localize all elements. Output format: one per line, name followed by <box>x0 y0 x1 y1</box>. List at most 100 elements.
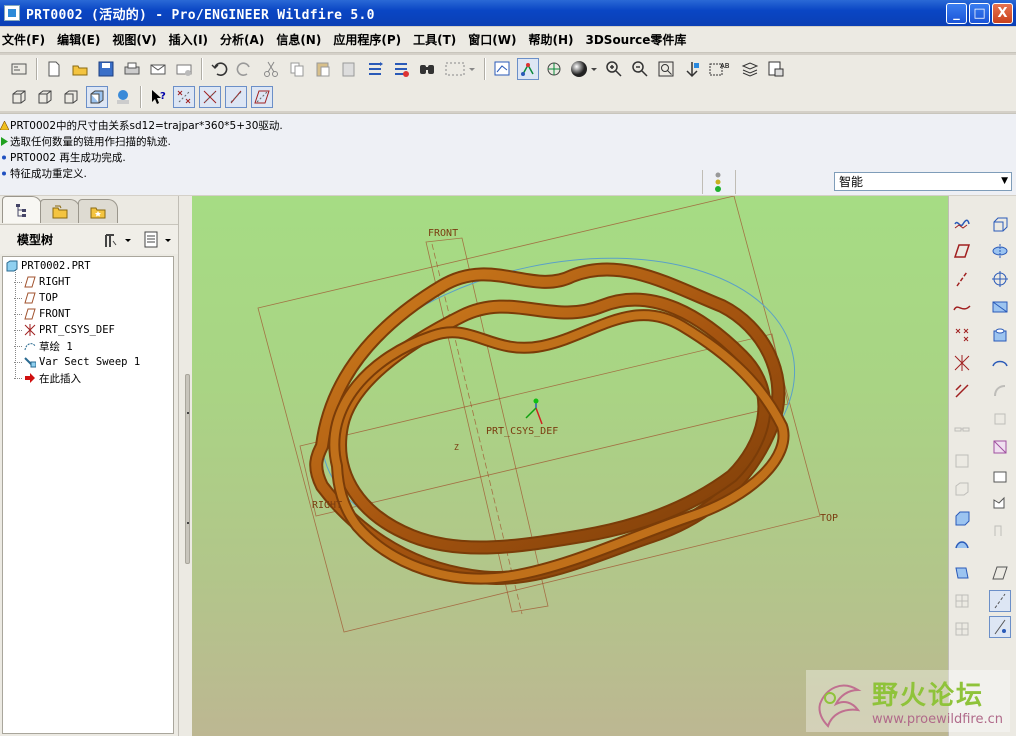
revolve-tool-icon[interactable] <box>989 240 1011 262</box>
reorient-icon[interactable] <box>681 58 703 80</box>
spin-center-icon[interactable] <box>517 58 539 80</box>
solidify-tool-icon[interactable] <box>951 534 973 556</box>
open-file-icon[interactable] <box>69 58 91 80</box>
regenerate-icon[interactable] <box>364 58 386 80</box>
tab-folder-browser[interactable] <box>40 199 80 223</box>
var-sect-sweep-geometry[interactable] <box>309 262 790 585</box>
redo-icon[interactable] <box>234 58 256 80</box>
refit-icon[interactable] <box>655 58 677 80</box>
zoom-out-icon[interactable] <box>629 58 651 80</box>
csys-marker[interactable] <box>525 398 543 425</box>
zoom-in-icon[interactable] <box>603 58 625 80</box>
save-icon[interactable] <box>95 58 117 80</box>
saved-views-icon[interactable]: AB <box>707 58 735 80</box>
enhanced-realism-icon[interactable] <box>112 86 134 108</box>
appearance-icon[interactable] <box>569 58 599 80</box>
new-file-icon[interactable] <box>43 58 65 80</box>
menu-applications[interactable]: 应用程序(P) <box>331 31 411 48</box>
regenerate-manager-icon[interactable] <box>390 58 412 80</box>
paste-special-icon[interactable] <box>338 58 360 80</box>
datum-axis-tool-icon[interactable] <box>951 268 973 290</box>
panel-splitter[interactable] <box>178 196 192 736</box>
warp-tool-icon[interactable] <box>951 562 973 584</box>
datum-axes-visibility-icon[interactable] <box>989 590 1011 612</box>
datum-point-tool-icon[interactable] <box>951 324 973 346</box>
tab-model-tree[interactable] <box>2 196 42 223</box>
maximize-button[interactable]: □ <box>969 3 990 24</box>
datum-csys-tool-icon[interactable] <box>951 352 973 374</box>
tree-settings-icon[interactable] <box>103 231 133 249</box>
status-divider <box>702 170 703 194</box>
datum-points-display-icon[interactable] <box>173 86 195 108</box>
menu-insert[interactable]: 插入(I) <box>167 31 218 48</box>
shell-tool-icon[interactable] <box>989 352 1011 374</box>
model-canvas[interactable]: FRONT RIGHT TOP PRT_CSYS_DEF Z <box>192 196 948 736</box>
hole-tool-icon[interactable] <box>989 324 1011 346</box>
send-mail-icon[interactable] <box>147 58 169 80</box>
pattern-tool-icon <box>951 590 973 612</box>
menu-analysis[interactable]: 分析(A) <box>218 31 274 48</box>
model-tree-settings-icon[interactable] <box>8 58 30 80</box>
shading-icon[interactable] <box>86 86 108 108</box>
graphics-viewport[interactable]: FRONT RIGHT TOP PRT_CSYS_DEF Z <box>192 196 948 736</box>
tree-node-var-sect-sweep[interactable]: Var Sect Sweep 1 <box>14 354 140 370</box>
sweep-icon <box>23 357 36 368</box>
datum-curve-tool-icon[interactable] <box>951 296 973 318</box>
paste-icon[interactable] <box>312 58 334 80</box>
tree-node-sketch[interactable]: 草绘 1 <box>14 338 73 354</box>
tree-node-label: PRT_CSYS_DEF <box>39 324 115 336</box>
copy-icon[interactable] <box>286 58 308 80</box>
menu-help[interactable]: 帮助(H) <box>526 31 583 48</box>
datum-display-toggle-icon[interactable] <box>989 616 1011 638</box>
coord-sys-display-icon[interactable] <box>225 86 247 108</box>
menu-tools[interactable]: 工具(T) <box>411 31 466 48</box>
datum-planes-display-icon[interactable] <box>251 86 273 108</box>
repaint-icon[interactable] <box>491 58 513 80</box>
forum-watermark: 野火论坛 www.proewildfire.cn <box>806 670 1010 732</box>
menu-info[interactable]: 信息(N) <box>274 31 331 48</box>
layers-icon[interactable] <box>739 58 761 80</box>
offset-tool-icon[interactable] <box>951 506 973 528</box>
datum-axes-display-icon[interactable] <box>199 86 221 108</box>
tree-node-datum-front[interactable]: FRONT <box>14 306 71 322</box>
menu-window[interactable]: 窗口(W) <box>466 31 526 48</box>
datum-plane-create-icon[interactable] <box>951 240 973 262</box>
orient-mode-icon[interactable] <box>543 58 565 80</box>
select-box-icon[interactable] <box>442 58 478 80</box>
print-icon[interactable] <box>121 58 143 80</box>
minimize-button[interactable]: _ <box>946 3 967 24</box>
trim-tool-icon[interactable] <box>989 492 1011 514</box>
hidden-line-icon[interactable] <box>34 86 56 108</box>
tree-filters-icon[interactable] <box>143 231 175 249</box>
undo-icon[interactable] <box>208 58 230 80</box>
round-tool-icon[interactable] <box>989 436 1011 458</box>
cut-icon[interactable] <box>260 58 282 80</box>
chamfer-tool-icon[interactable] <box>989 464 1011 486</box>
tab-favorites[interactable] <box>78 199 118 223</box>
splitter-grip[interactable] <box>185 374 190 564</box>
variable-sweep-tool-icon[interactable] <box>989 268 1011 290</box>
no-hidden-icon[interactable] <box>60 86 82 108</box>
tree-node-datum-right[interactable]: RIGHT <box>14 274 71 290</box>
menu-view[interactable]: 视图(V) <box>110 31 166 48</box>
menu-file[interactable]: 文件(F) <box>0 31 55 48</box>
wireframe-icon[interactable] <box>8 86 30 108</box>
mail-attach-icon[interactable] <box>173 58 195 80</box>
tree-node-part[interactable]: PRT0002.PRT <box>5 258 91 274</box>
selection-filter-dropdown[interactable]: 智能 ▼ <box>834 172 1012 191</box>
context-help-icon[interactable]: ? <box>147 86 169 108</box>
navigator-tabs <box>0 196 178 223</box>
datum-plane-tool-icon[interactable] <box>951 212 973 234</box>
tree-node-csys[interactable]: PRT_CSYS_DEF <box>14 322 115 338</box>
datum-planes-visibility-icon[interactable] <box>989 562 1011 584</box>
close-button[interactable]: X <box>992 3 1013 24</box>
tree-node-datum-top[interactable]: TOP <box>14 290 58 306</box>
find-icon[interactable] <box>416 58 438 80</box>
tree-node-insert-here[interactable]: 在此插入 <box>14 370 81 386</box>
analysis-feature-icon[interactable] <box>951 380 973 402</box>
extrude-tool-icon[interactable] <box>989 212 1011 234</box>
menu-edit[interactable]: 编辑(E) <box>55 31 110 48</box>
blend-tool-icon[interactable] <box>989 296 1011 318</box>
view-manager-icon[interactable] <box>765 58 787 80</box>
menu-3dsource[interactable]: 3DSource零件库 <box>583 31 696 48</box>
